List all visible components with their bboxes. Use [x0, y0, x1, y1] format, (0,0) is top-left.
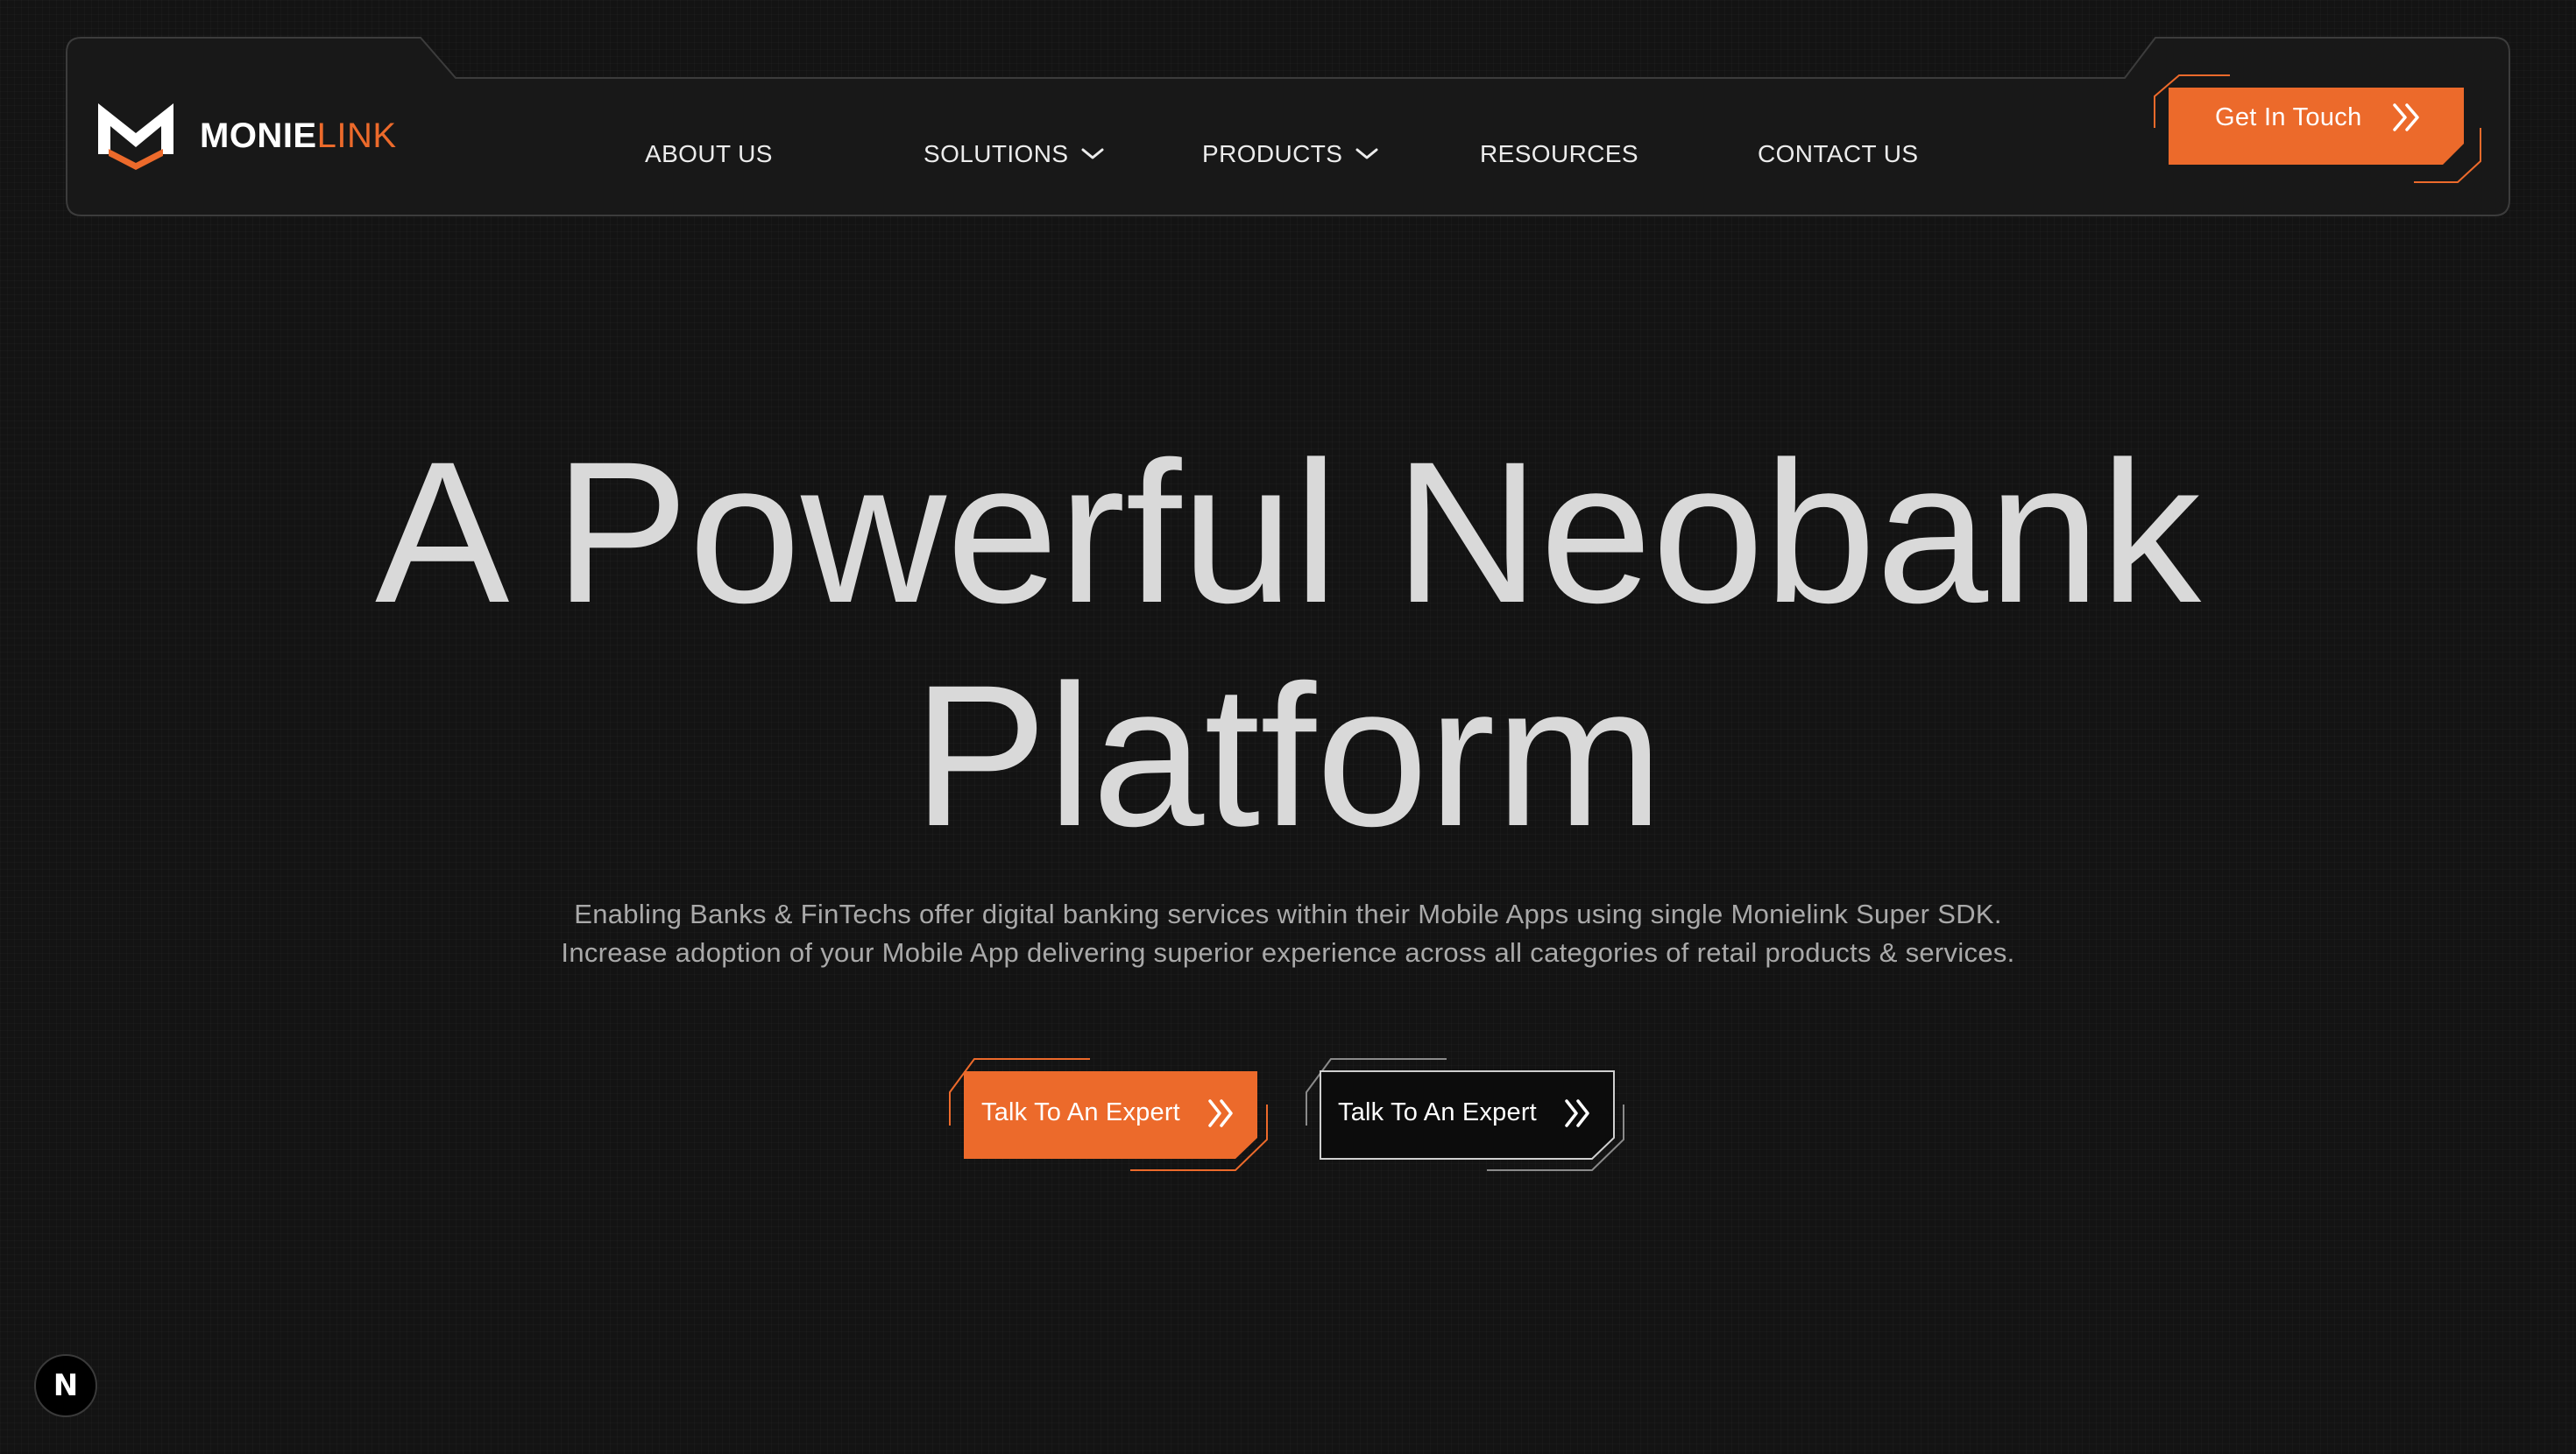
hero-title-line-1: A Powerful Neobank: [374, 420, 2202, 645]
cta-label: Get In Touch: [2215, 103, 2362, 131]
nav-item-about-us[interactable]: ABOUT US: [645, 140, 773, 168]
nav-item-solutions[interactable]: SOLUTIONS: [924, 140, 1105, 168]
nav-item-label: PRODUCTS: [1202, 140, 1343, 167]
hero-subtitle-line-1: Enabling Banks & FinTechs offer digital …: [574, 899, 2002, 929]
hero-title: A Powerful Neobank Platform: [0, 420, 2576, 867]
nav-item-label: RESOURCES: [1480, 140, 1638, 167]
nav-item-resources[interactable]: RESOURCES: [1480, 140, 1638, 168]
navbar-frame: [66, 37, 2510, 216]
double-chevron-right-icon: [1565, 1099, 1589, 1127]
nav-item-contact-us[interactable]: CONTACT US: [1758, 140, 1918, 168]
hero-subtitle: Enabling Banks & FinTechs offer digital …: [0, 895, 2576, 972]
nav-item-label: ABOUT US: [645, 140, 773, 167]
hero-title-line-2: Platform: [912, 643, 1664, 868]
double-chevron-right-icon: [2393, 103, 2419, 131]
double-chevron-right-icon: [1208, 1099, 1233, 1127]
nextjs-indicator-icon[interactable]: N: [34, 1354, 97, 1417]
top-navbar: MONIELINK ABOUT US SOLUTIONS PRODUCTS RE…: [66, 37, 2510, 216]
nav-item-label: SOLUTIONS: [924, 140, 1069, 167]
nav-item-label: CONTACT US: [1758, 140, 1919, 167]
chevron-down-icon: [1355, 148, 1378, 159]
hero-subtitle-line-2: Increase adoption of your Mobile App del…: [561, 937, 2015, 968]
badge-label: N: [53, 1368, 79, 1403]
button-label: Talk To An Expert: [1338, 1098, 1537, 1126]
chevron-down-icon: [1081, 148, 1104, 159]
nav-item-products[interactable]: PRODUCTS: [1202, 140, 1379, 168]
talk-to-expert-button-secondary[interactable]: Talk To An Expert: [1303, 1055, 1627, 1174]
get-in-touch-button[interactable]: Get In Touch: [2151, 72, 2484, 186]
nav-menu: ABOUT US SOLUTIONS PRODUCTS RESOURCES CO…: [66, 140, 2510, 175]
button-label: Talk To An Expert: [981, 1098, 1180, 1126]
talk-to-expert-button-primary[interactable]: Talk To An Expert: [946, 1055, 1270, 1174]
